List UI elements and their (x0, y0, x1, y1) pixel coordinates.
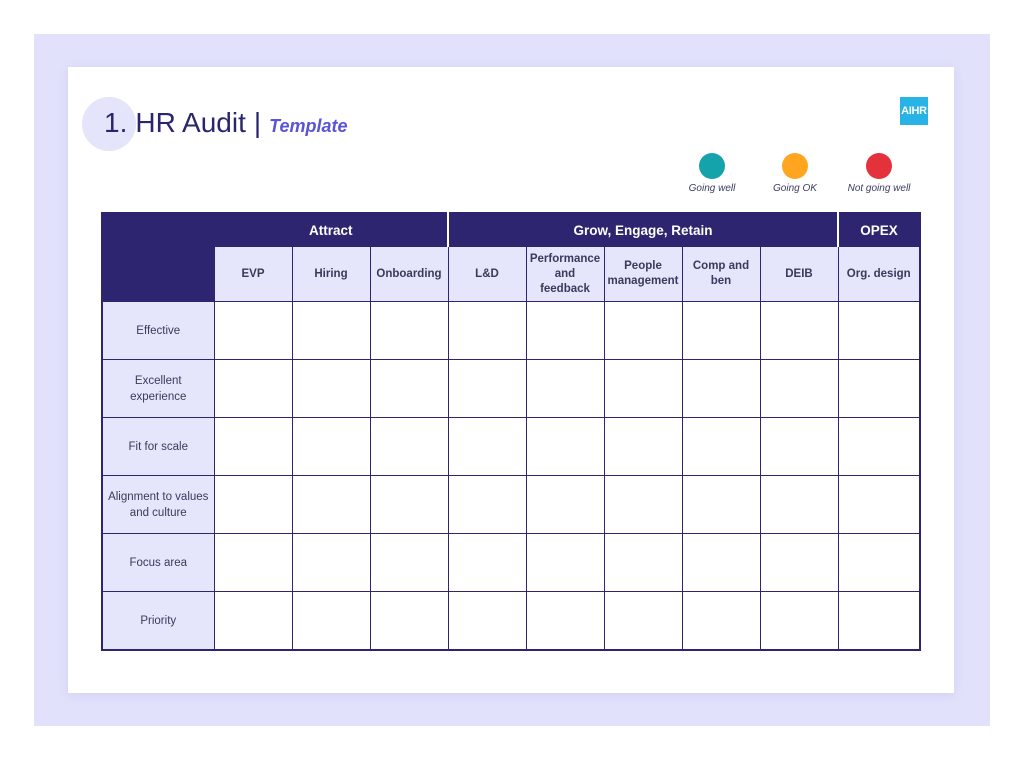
table-cell[interactable] (837, 301, 921, 360)
audit-card: 1. HR Audit | Template AIHR Going well G… (68, 67, 954, 693)
row-label-focus-area: Focus area (101, 533, 215, 592)
table-cell[interactable] (603, 591, 683, 651)
table-cell[interactable] (291, 591, 371, 651)
column-header-evp: EVP (213, 246, 293, 302)
column-header-l-and-d: L&D (447, 246, 527, 302)
page-title: 1. HR Audit | Template (104, 107, 348, 139)
table-cell[interactable] (681, 417, 761, 476)
table-cell[interactable] (447, 591, 527, 651)
table-row: Excellent experience (101, 359, 921, 418)
group-header-attract: Attract (214, 213, 449, 247)
column-header-row: EVP Hiring Onboarding L&D Performance an… (101, 246, 921, 302)
table-cell[interactable] (681, 359, 761, 418)
table-cell[interactable] (603, 417, 683, 476)
table-cell[interactable] (759, 533, 839, 592)
table-cell[interactable] (837, 359, 921, 418)
table-cell[interactable] (525, 591, 605, 651)
legend-label: Going OK (773, 183, 817, 194)
table-cell[interactable] (213, 417, 293, 476)
table-cell[interactable] (759, 475, 839, 534)
table-cell[interactable] (447, 475, 527, 534)
title-number: 1. (104, 107, 128, 138)
table-cell[interactable] (291, 417, 371, 476)
table-cell[interactable] (681, 591, 761, 651)
table-cell[interactable] (837, 533, 921, 592)
table-cell[interactable] (837, 475, 921, 534)
column-header-hiring: Hiring (291, 246, 371, 302)
table-cell[interactable] (291, 475, 371, 534)
table-cell[interactable] (681, 475, 761, 534)
table-cell[interactable] (213, 301, 293, 360)
table-row: Priority (101, 591, 921, 651)
legend-not-going-well: Not going well (834, 153, 924, 194)
table-cell[interactable] (681, 533, 761, 592)
table-cell[interactable] (291, 359, 371, 418)
row-label-alignment-to-values-and-culture: Alignment to values and culture (101, 475, 215, 534)
green-status-dot-icon (699, 153, 725, 179)
table-cell[interactable] (759, 417, 839, 476)
table-cell[interactable] (369, 301, 449, 360)
table-cell[interactable] (447, 417, 527, 476)
header-corner-lower (101, 246, 215, 302)
table-cell[interactable] (525, 417, 605, 476)
table-cell[interactable] (369, 475, 449, 534)
table-cell[interactable] (837, 591, 921, 651)
table-cell[interactable] (837, 417, 921, 476)
table-cell[interactable] (213, 591, 293, 651)
column-header-performance-and-feedback: Performance and feedback (525, 246, 605, 302)
table-cell[interactable] (681, 301, 761, 360)
legend-label: Going well (688, 183, 736, 194)
title-main: HR Audit (135, 107, 246, 138)
table-cell[interactable] (603, 359, 683, 418)
row-label-effective: Effective (101, 301, 215, 360)
table-row: Alignment to values and culture (101, 475, 921, 534)
row-label-priority: Priority (101, 591, 215, 651)
row-label-fit-for-scale: Fit for scale (101, 417, 215, 476)
group-header-grow-engage-retain: Grow, Engage, Retain (448, 213, 839, 247)
table-cell[interactable] (291, 533, 371, 592)
table-cell[interactable] (447, 533, 527, 592)
title-separator: | (253, 107, 262, 138)
table-row: Fit for scale (101, 417, 921, 476)
table-cell[interactable] (759, 301, 839, 360)
column-header-org-design: Org. design (837, 246, 921, 302)
title-subtitle: Template (269, 116, 348, 136)
table-cell[interactable] (369, 591, 449, 651)
group-header-row: Attract Grow, Engage, Retain OPEX (102, 213, 920, 247)
column-header-onboarding: Onboarding (369, 246, 449, 302)
table-cell[interactable] (603, 301, 683, 360)
orange-status-dot-icon (782, 153, 808, 179)
table-cell[interactable] (213, 533, 293, 592)
table-cell[interactable] (525, 533, 605, 592)
table-cell[interactable] (525, 475, 605, 534)
table-cell[interactable] (525, 359, 605, 418)
hr-audit-table: Attract Grow, Engage, Retain OPEX EVP Hi… (101, 212, 921, 651)
table-cell[interactable] (603, 533, 683, 592)
group-header-opex: OPEX (838, 213, 920, 247)
column-header-people-management: People management (603, 246, 683, 302)
table-cell[interactable] (759, 591, 839, 651)
table-row: Focus area (101, 533, 921, 592)
aihr-logo: AIHR (900, 97, 928, 125)
legend-going-well: Going well (667, 153, 757, 194)
table-cell[interactable] (369, 359, 449, 418)
table-cell[interactable] (525, 301, 605, 360)
table-cell[interactable] (447, 359, 527, 418)
table-cell[interactable] (291, 301, 371, 360)
table-cell[interactable] (213, 475, 293, 534)
table-cell[interactable] (369, 533, 449, 592)
legend-label: Not going well (847, 183, 911, 194)
header-corner (102, 213, 215, 247)
red-status-dot-icon (866, 153, 892, 179)
legend-going-ok: Going OK (750, 153, 840, 194)
column-header-comp-and-ben: Comp and ben (681, 246, 761, 302)
table-row: Effective (101, 301, 921, 360)
table-cell[interactable] (603, 475, 683, 534)
table-cell[interactable] (213, 359, 293, 418)
row-label-excellent-experience: Excellent experience (101, 359, 215, 418)
table-cell[interactable] (447, 301, 527, 360)
table-cell[interactable] (759, 359, 839, 418)
column-header-deib: DEIB (759, 246, 839, 302)
table-cell[interactable] (369, 417, 449, 476)
